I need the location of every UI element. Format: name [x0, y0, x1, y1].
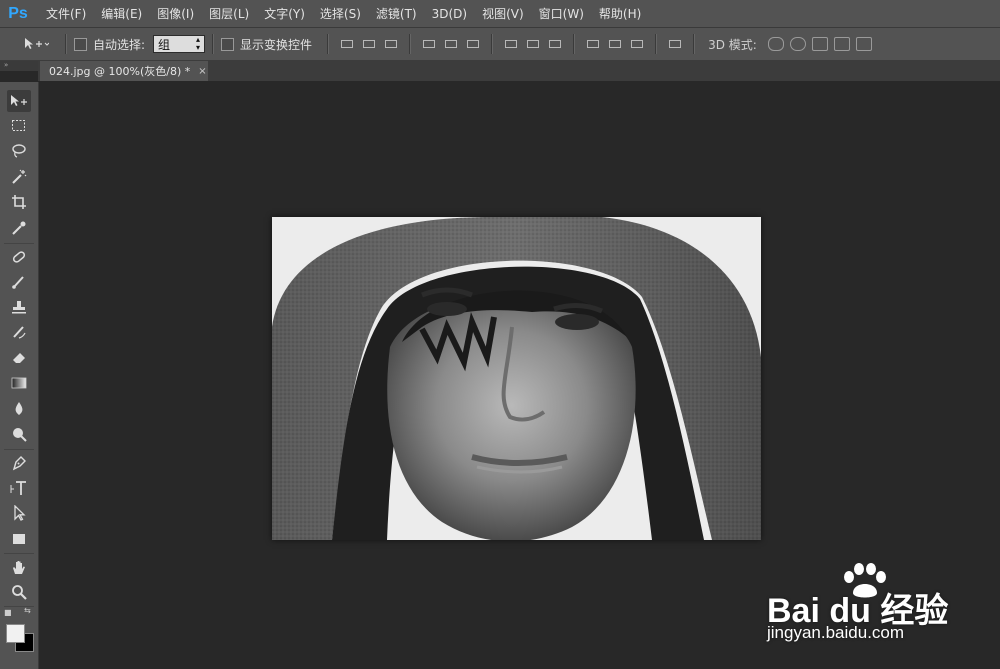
- separator: [655, 34, 658, 54]
- marquee-tool-icon[interactable]: [7, 115, 31, 137]
- foreground-color-swatch[interactable]: [6, 624, 25, 643]
- menu-select[interactable]: 选择(S): [320, 5, 361, 22]
- hand-tool-icon[interactable]: [7, 556, 31, 578]
- close-icon[interactable]: ×: [198, 66, 206, 77]
- show-transform-label: 显示变换控件: [240, 37, 313, 52]
- align-bottom-icon[interactable]: [384, 37, 398, 51]
- distribute-left-icon[interactable]: [586, 37, 600, 51]
- distribute-horizontal-center-icon[interactable]: [608, 37, 622, 51]
- document-tab-bar: 024.jpg @ 100%(灰色/8) * ×: [38, 61, 1000, 81]
- zoom-tool-icon[interactable]: [7, 581, 31, 603]
- healing-brush-tool-icon[interactable]: [7, 246, 31, 268]
- 3d-scale-icon[interactable]: [855, 37, 872, 51]
- menu-edit[interactable]: 编辑(E): [101, 5, 142, 22]
- eyedropper-tool-icon[interactable]: [7, 217, 31, 239]
- dodge-tool-icon[interactable]: [7, 423, 31, 445]
- auto-select-checkbox[interactable]: [74, 37, 87, 51]
- tools-panel: ■ ⇆: [0, 82, 39, 669]
- menu-image[interactable]: 图像(I): [157, 5, 194, 22]
- crop-tool-icon[interactable]: [7, 191, 31, 213]
- document-image[interactable]: [272, 217, 761, 540]
- 3d-roll-icon[interactable]: [789, 37, 806, 51]
- toolbar-divider: [4, 449, 34, 450]
- move-tool-icon: [25, 38, 49, 49]
- 3d-rotate-icon[interactable]: [767, 37, 784, 51]
- menu-help[interactable]: 帮助(H): [599, 5, 641, 22]
- 3d-pan-icon[interactable]: [811, 37, 828, 51]
- separator: [65, 34, 67, 54]
- distribute-vertical-center-icon[interactable]: [526, 37, 540, 51]
- separator: [212, 34, 215, 54]
- document-tab[interactable]: 024.jpg @ 100%(灰色/8) * ×: [40, 61, 208, 81]
- move-tool-icon[interactable]: [7, 90, 31, 112]
- menu-filter[interactable]: 滤镜(T): [376, 5, 417, 22]
- path-selection-tool-icon[interactable]: [7, 502, 31, 524]
- align-right-icon[interactable]: [466, 37, 480, 51]
- baidu-jingyan-watermark: Bai du 经验 jingyan.baidu.com: [765, 563, 965, 653]
- eraser-tool-icon[interactable]: [7, 346, 31, 368]
- 3d-mode-label: 3D 模式:: [708, 37, 757, 52]
- toolbar-divider: [4, 243, 34, 244]
- auto-select-label: 自动选择:: [93, 37, 146, 52]
- separator: [573, 34, 576, 54]
- auto-align-layers-icon[interactable]: [668, 37, 682, 51]
- dropdown-arrows-icon: ▴ ▾: [196, 35, 201, 52]
- rectangle-tool-icon[interactable]: [7, 528, 31, 550]
- menu-file[interactable]: 文件(F): [46, 5, 86, 22]
- align-horizontal-center-icon[interactable]: [444, 37, 458, 51]
- brush-tool-icon[interactable]: [7, 271, 31, 293]
- pen-tool-icon[interactable]: [7, 452, 31, 474]
- align-top-icon[interactable]: [340, 37, 354, 51]
- lasso-tool-icon[interactable]: [7, 140, 31, 162]
- auto-select-dropdown[interactable]: 组 ▴ ▾: [153, 35, 206, 53]
- menu-type[interactable]: 文字(Y): [264, 5, 305, 22]
- distribute-bottom-icon[interactable]: [548, 37, 562, 51]
- default-colors-icon[interactable]: ■: [4, 608, 12, 617]
- separator: [327, 34, 330, 54]
- options-bar: 自动选择: 组 ▴ ▾ 显示变换控件 3D 模式:: [0, 28, 1000, 61]
- 3d-slide-icon[interactable]: [833, 37, 850, 51]
- menu-3d[interactable]: 3D(D): [432, 7, 467, 21]
- menu-bar: Ps 文件(F) 编辑(E) 图像(I) 图层(L) 文字(Y) 选择(S) 滤…: [0, 0, 1000, 28]
- gradient-tool-icon[interactable]: [7, 372, 31, 394]
- distribute-right-icon[interactable]: [630, 37, 644, 51]
- menu-view[interactable]: 视图(V): [482, 5, 524, 22]
- type-tool-icon[interactable]: [7, 477, 31, 499]
- toolbar-divider: [4, 553, 34, 554]
- menu-window[interactable]: 窗口(W): [539, 5, 584, 22]
- magic-wand-tool-icon[interactable]: [7, 166, 31, 188]
- separator: [491, 34, 494, 54]
- menu-layer[interactable]: 图层(L): [209, 5, 249, 22]
- distribute-top-icon[interactable]: [504, 37, 518, 51]
- blur-tool-icon[interactable]: [7, 398, 31, 420]
- swap-colors-icon[interactable]: ⇆: [24, 606, 31, 615]
- document-tab-title: 024.jpg @ 100%(灰色/8) *: [49, 65, 191, 78]
- show-transform-checkbox[interactable]: [221, 37, 235, 51]
- separator: [693, 34, 696, 54]
- panel-collapse-button[interactable]: »: [0, 61, 38, 71]
- tool-preset-picker[interactable]: [14, 32, 58, 56]
- auto-select-value: 组: [158, 37, 171, 52]
- photoshop-logo: Ps: [8, 4, 28, 22]
- align-left-icon[interactable]: [422, 37, 436, 51]
- history-brush-tool-icon[interactable]: [7, 321, 31, 343]
- watermark-url: jingyan.baidu.com: [767, 623, 905, 642]
- clone-stamp-tool-icon[interactable]: [7, 296, 31, 318]
- align-vertical-center-icon[interactable]: [362, 37, 376, 51]
- separator: [409, 34, 412, 54]
- portrait-image: [272, 217, 761, 540]
